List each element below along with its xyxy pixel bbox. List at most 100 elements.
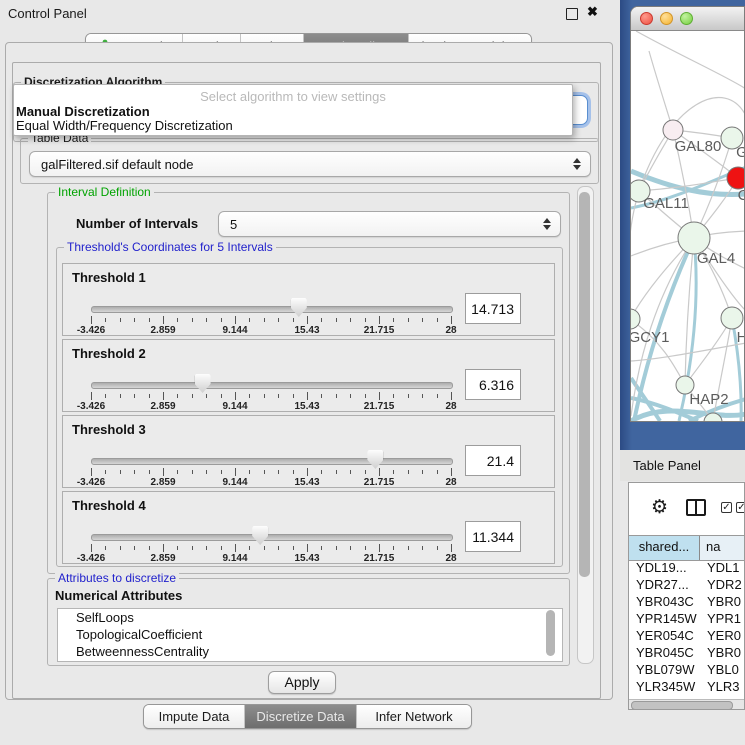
checkbox-icon[interactable] [736,502,745,513]
slider-thumb[interactable] [367,450,383,469]
tick-mark [221,318,222,322]
tick-label: -3.426 [77,477,105,488]
threshold-panel: Threshold 3 -3.4262.8599.14415.4321.7152… [62,415,555,488]
slider-track[interactable] [91,306,453,313]
float-window-icon[interactable] [566,8,578,20]
group-title: Attributes to discretize [55,571,179,585]
tick-mark [336,394,337,398]
slider-track[interactable] [91,382,453,389]
tick-mark [235,468,236,476]
algorithm-popup: Select algorithm to view settings Manual… [13,84,573,136]
tick-mark [264,318,265,322]
threshold-panel: Threshold 2 -3.4262.8599.14415.4321.7152… [62,339,555,412]
tab-discretize-data[interactable]: Discretize Data [244,705,356,728]
interval-definition-group: Interval Definition Number of Intervals … [47,192,570,574]
threshold-value-field[interactable]: 21.4 [465,445,521,476]
attributes-scrollbar[interactable] [545,610,558,658]
tick-mark [134,470,135,474]
tick-mark [278,394,279,398]
tick-mark [408,546,409,550]
group-title: Threshold's Coordinates for 5 Intervals [64,240,276,254]
tab-impute-data[interactable]: Impute Data [144,705,244,728]
table-data-combo[interactable]: galFiltered.sif default node [29,151,591,177]
network-node[interactable] [727,167,744,189]
table-cell: YLR3 [700,678,744,695]
minimize-traffic-light[interactable] [660,12,673,25]
table-cell: YBR045C [629,644,700,661]
network-node[interactable] [721,307,743,329]
slider-thumb[interactable] [195,374,211,393]
popup-item-manual[interactable]: Manual Discretization [16,104,150,119]
table-row[interactable]: YBL079WYBL0 [629,661,744,678]
tick-label: 15.43 [294,401,319,412]
threshold-value-field[interactable]: 14.713 [465,293,521,324]
attributes-scrollbar-thumb[interactable] [546,610,555,656]
tick-mark [120,470,121,474]
split-pane-icon[interactable] [686,499,706,516]
zoom-traffic-light[interactable] [680,12,693,25]
tab-infer-network[interactable]: Infer Network [356,705,471,728]
tick-mark [408,394,409,398]
table-cell: YDL19... [629,559,700,576]
close-icon[interactable]: ✖ [587,4,598,20]
tick-mark [307,544,308,552]
attribute-item[interactable]: SelfLoops [58,609,562,626]
table-row[interactable]: YDL19...YDL1 [629,559,744,576]
table-cell: YER0 [700,627,744,644]
table-hscrollbar[interactable] [629,699,744,710]
table-row[interactable]: YDR27...YDR2 [629,576,744,593]
slider-ticks [91,544,451,552]
tick-label: 9.144 [222,325,247,336]
spinner-arrows-icon [572,158,581,170]
popup-item-equal-width[interactable]: Equal Width/Frequency Discretization [16,118,233,133]
checkbox-icon[interactable] [721,502,732,513]
gear-icon[interactable]: ⚙ [651,498,668,517]
slider-ticks [91,392,451,400]
network-node-label: H [737,329,744,346]
tick-label: 15.43 [294,553,319,564]
tick-mark [206,546,207,550]
network-node-label: GA [736,144,744,161]
main-scrollbar[interactable] [577,186,594,664]
tick-mark [451,392,452,400]
tick-mark [321,318,322,322]
tick-mark [120,546,121,550]
column-header-name[interactable]: na [700,536,744,560]
attribute-item[interactable]: BetweennessCentrality [58,643,562,660]
table-row[interactable]: YER054CYER0 [629,627,744,644]
table-hscrollbar-thumb[interactable] [631,701,733,710]
tick-mark [105,318,106,322]
tick-mark [365,470,366,474]
table-row[interactable]: YBR045CYBR0 [629,644,744,661]
network-node-label: GAL80 [675,138,722,155]
close-traffic-light[interactable] [640,12,653,25]
table-row[interactable]: YLR345WYLR3 [629,678,744,695]
tick-mark [235,316,236,324]
tick-mark [278,470,279,474]
tick-mark [206,470,207,474]
slider-thumb[interactable] [291,298,307,317]
tick-mark [235,392,236,400]
column-header-shared-name[interactable]: shared... [629,536,700,560]
tick-mark [221,394,222,398]
network-window-titlebar[interactable] [631,7,744,31]
tick-mark [350,318,351,322]
slider-track[interactable] [91,534,453,541]
network-node[interactable] [663,120,683,140]
network-canvas[interactable]: GAL80GACGAL11GAL4GCY1HHAP2 [631,31,744,421]
table-row[interactable]: YBR043CYBR0 [629,593,744,610]
threshold-value-field[interactable]: 6.316 [465,369,521,400]
apply-button[interactable]: Apply [268,671,336,694]
table-row[interactable]: YPR145WYPR1 [629,610,744,627]
slider-track[interactable] [91,458,453,465]
tick-mark [249,318,250,322]
attribute-item[interactable]: TopologicalCoefficient [58,626,562,643]
main-scrollbar-thumb[interactable] [579,192,590,577]
tick-mark [293,470,294,474]
threshold-value-field[interactable]: 11.344 [465,521,521,552]
table-data-group: Table Data galFiltered.sif default node [20,138,599,184]
slider-thumb[interactable] [252,526,268,545]
tick-mark [206,318,207,322]
tick-mark [393,470,394,474]
num-intervals-combo[interactable]: 5 [218,211,561,237]
